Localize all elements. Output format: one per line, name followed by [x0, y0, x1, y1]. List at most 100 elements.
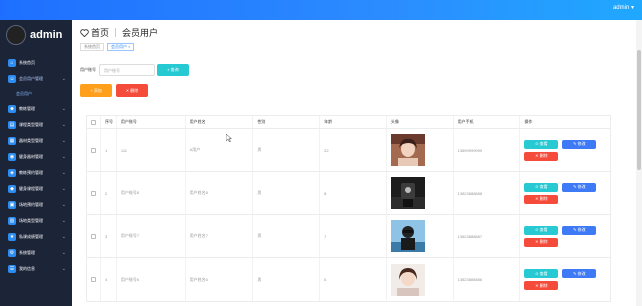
table-row: 3 用户账号7 用户姓名7 男 7 13823888887 ⊙ 查看 ✎ 修改 — [87, 215, 610, 258]
sidebar-item-private-score[interactable]: ★ 私课成绩管理 ⌄ — [0, 229, 72, 245]
cell-phone: 13899999999 — [454, 129, 521, 171]
chevron-down-icon: ⌄ — [61, 154, 66, 160]
main-content: 首页 会员用户 系统首页 会员用户 × 用户账号 用户账号 ⌕ 查询 + 添加 … — [72, 20, 642, 306]
sidebar-item-venue-type[interactable]: ▥ 场地类型管理 ⌄ — [0, 213, 72, 229]
cell-account: 111 — [117, 129, 186, 171]
tab-home[interactable]: 系统首页 — [80, 43, 104, 51]
chevron-down-icon: ⌄ — [61, 234, 66, 240]
sidebar-item-venue-booking[interactable]: ▣ 场地预约管理 ⌄ — [0, 197, 72, 213]
cell-avatar — [387, 129, 454, 171]
cell-name: 用户姓名6 — [186, 258, 254, 301]
edit-button[interactable]: ✎ 修改 — [562, 225, 597, 235]
grid-icon: ▦ — [8, 137, 16, 145]
chevron-down-icon: ⌄ — [61, 170, 66, 176]
page-title: 会员用户 — [122, 28, 159, 38]
scrollbar-thumb[interactable] — [637, 50, 641, 170]
column-header: 性别 — [253, 116, 321, 128]
cell-number: 4 — [101, 258, 117, 301]
avatar[interactable] — [390, 263, 425, 296]
breadcrumb-home[interactable]: 首页 — [91, 26, 109, 39]
cell-number: 1 — [101, 129, 117, 171]
sidebar-item-fitness-course[interactable]: ◆ 健身课程管理 ⌄ — [0, 181, 72, 197]
chevron-down-icon: ⌄ — [61, 76, 66, 82]
table-row: 4 用户账号6 用户姓名6 男 6 13823888886 ⊙ 查看 ✎ 修改 … — [87, 258, 610, 301]
delete-button[interactable]: ✕ 删除 — [524, 151, 559, 161]
sidebar-item-equipment-type[interactable]: ▦ 器材类型管理 ⌄ — [0, 133, 72, 149]
home-icon: ⌂ — [8, 59, 16, 67]
sidebar-item-label: 健身器材管理 — [19, 154, 43, 159]
view-button[interactable]: ⊙ 查看 — [524, 139, 559, 149]
cell-avatar — [387, 258, 454, 301]
search-button[interactable]: ⌕ 查询 — [157, 64, 189, 76]
row-select-cell[interactable] — [87, 129, 101, 171]
sidebar-item-course-type[interactable]: ▤ 课程类型管理 ⌄ — [0, 117, 72, 133]
sidebar-item-label: 我的信息 — [19, 266, 35, 271]
view-button[interactable]: ⊙ 查看 — [524, 269, 559, 278]
avatar[interactable] — [390, 220, 425, 252]
row-checkbox[interactable] — [90, 277, 96, 282]
select-all-checkbox[interactable] — [90, 119, 96, 125]
chevron-down-icon: ⌄ — [61, 106, 66, 112]
sidebar-item-label: 场地类型管理 — [19, 218, 43, 223]
cell-actions: ⊙ 查看 ✎ 修改 ✕ 删除 — [520, 258, 610, 301]
row-select-cell[interactable] — [87, 172, 101, 214]
select-all-cell[interactable] — [87, 116, 101, 128]
row-select-cell[interactable] — [87, 215, 101, 257]
delete-button[interactable]: ✕ 删除 — [524, 281, 559, 290]
sidebar-item-home[interactable]: ⌂ 系统首页 — [0, 55, 72, 71]
cell-number: 3 — [101, 215, 117, 257]
cell-account: 用户账号6 — [117, 258, 186, 301]
top-bar: admin ▾ — [0, 0, 642, 20]
sidebar-item-label: 会员用户管理 — [19, 76, 43, 81]
column-header: 年龄 — [320, 116, 387, 128]
delete-button[interactable]: ✕ 删除 — [524, 194, 559, 204]
sidebar-item-equipment[interactable]: ◉ 健身器材管理 ⌄ — [0, 149, 72, 165]
sidebar-item-label: 器材类型管理 — [19, 138, 43, 143]
cell-age: 8 — [320, 172, 387, 214]
heart-icon — [80, 28, 89, 37]
edit-button[interactable]: ✎ 修改 — [562, 139, 597, 149]
breadcrumb: 首页 会员用户 — [80, 26, 158, 39]
batch-delete-button[interactable]: ✕ 删除 — [116, 84, 148, 97]
row-checkbox[interactable] — [90, 190, 96, 196]
user-menu[interactable]: admin ▾ — [613, 4, 634, 11]
chevron-down-icon: ⌄ — [61, 186, 66, 192]
view-button[interactable]: ⊙ 查看 — [524, 182, 559, 192]
breadcrumb-divider — [115, 28, 117, 37]
chevron-down-icon: ⌄ — [61, 122, 66, 128]
column-header: 序号 — [101, 116, 117, 128]
row-checkbox[interactable] — [90, 233, 96, 239]
search-input[interactable]: 用户账号 — [99, 64, 155, 76]
edit-button[interactable]: ✎ 修改 — [562, 182, 597, 192]
cell-age: 7 — [320, 215, 387, 257]
cell-name: 用户姓名8 — [186, 172, 254, 214]
sidebar-item-my-info[interactable]: ☰ 我的信息 ⌄ — [0, 261, 72, 277]
column-header: 用户手机 — [454, 116, 521, 128]
edit-button[interactable]: ✎ 修改 — [562, 269, 597, 278]
cell-phone: 13823888886 — [454, 258, 521, 301]
avatar[interactable] — [390, 177, 425, 209]
sidebar-subitem-member-users[interactable]: 会员用户 — [0, 87, 72, 101]
cell-actions: ⊙ 查看 ✎ 修改 ✕ 删除 — [520, 129, 610, 171]
brand-avatar — [6, 25, 26, 45]
cell-account: 用户账号8 — [117, 172, 186, 214]
add-button[interactable]: + 添加 — [80, 84, 112, 97]
sidebar-item-member-management[interactable]: ☺ 会员用户管理 ⌄ — [0, 71, 72, 87]
sidebar-item-label: 教练管理 — [19, 106, 35, 111]
table-row: 1 111 A用户 男 22 13899999999 ⊙ 查看 ✎ 修改 ✕ 删… — [87, 129, 610, 172]
table-row: 2 用户账号8 用户姓名8 男 8 13823888888 ⊙ 查看 ✎ 修改 — [87, 172, 610, 215]
brand-name: admin — [30, 29, 63, 41]
tab-member-users[interactable]: 会员用户 × — [107, 43, 135, 51]
delete-button[interactable]: ✕ 删除 — [524, 237, 559, 247]
row-checkbox[interactable] — [90, 147, 96, 153]
avatar[interactable] — [390, 134, 425, 166]
view-button[interactable]: ⊙ 查看 — [524, 225, 559, 235]
page-scrollbar[interactable] — [636, 20, 642, 306]
row-select-cell[interactable] — [87, 258, 101, 301]
sidebar-item-coach-booking[interactable]: ◈ 教练预约管理 ⌄ — [0, 165, 72, 181]
chevron-down-icon: ⌄ — [61, 250, 66, 256]
sidebar-item-system[interactable]: ⚙ 系统管理 ⌄ — [0, 245, 72, 261]
cell-actions: ⊙ 查看 ✎ 修改 ✕ 删除 — [520, 215, 610, 257]
sidebar-item-coach-management[interactable]: ☻ 教练管理 ⌄ — [0, 101, 72, 117]
sidebar-item-label: 系统管理 — [19, 250, 35, 255]
